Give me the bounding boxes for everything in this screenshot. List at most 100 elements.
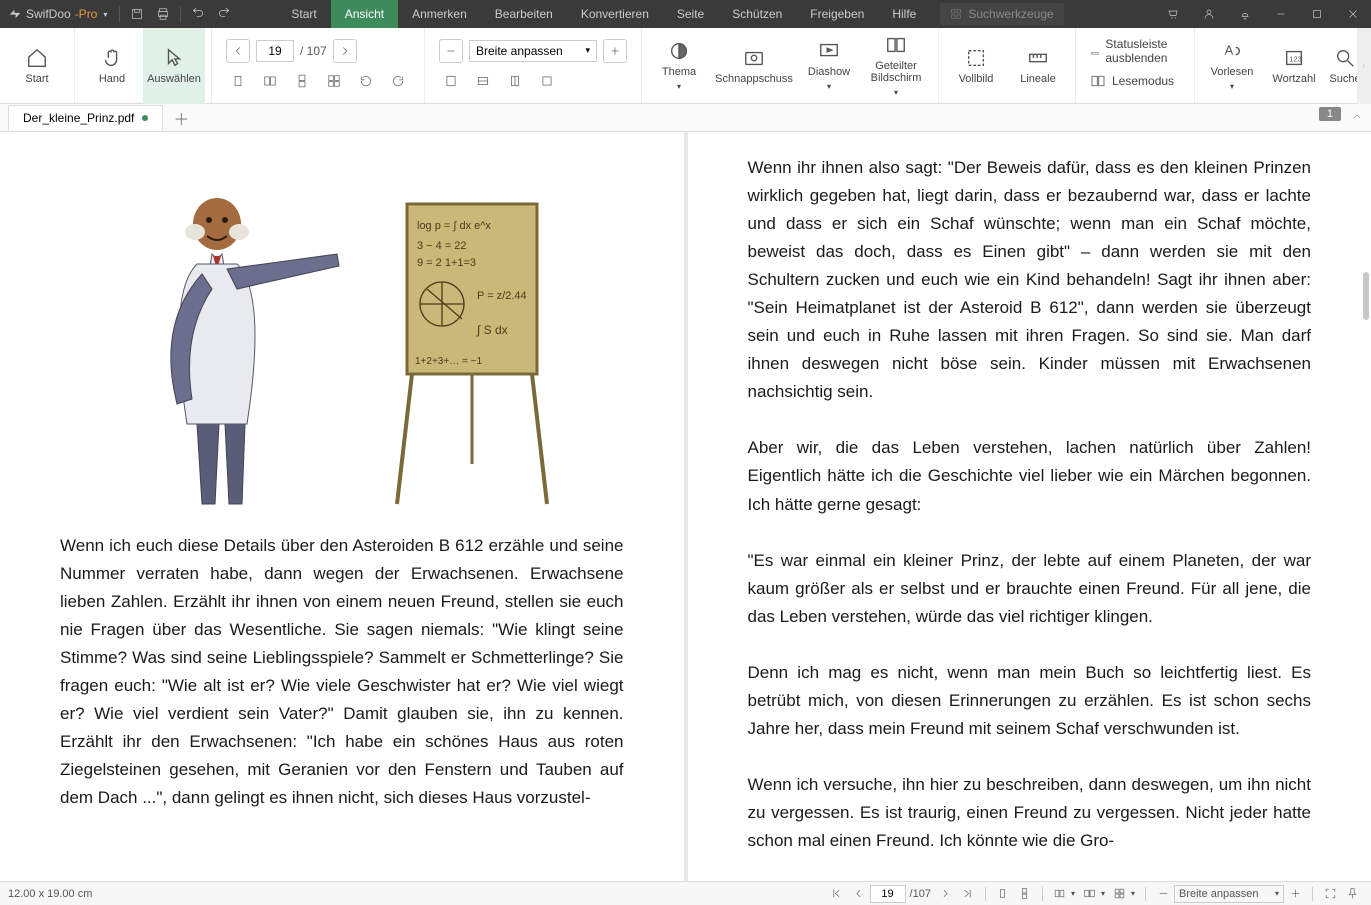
menu-konvertieren[interactable]: Konvertieren <box>567 0 663 28</box>
undo-button[interactable] <box>185 0 211 28</box>
fit-height-icon[interactable] <box>503 69 527 93</box>
menu-start[interactable]: Start <box>277 0 330 28</box>
user-icon[interactable] <box>1191 0 1227 28</box>
snapshot-button[interactable]: Schnappschuss <box>710 28 798 104</box>
document-area[interactable]: log p = ∫ dx e^x 3 − 4 = 22 9 = 2 1+1=3 … <box>0 132 1371 881</box>
brand-dropdown-icon[interactable]: ▾ <box>103 10 107 19</box>
add-tab-button[interactable]: ＋ <box>169 106 193 130</box>
illustration: log p = ∫ dx e^x 3 − 4 = 22 9 = 2 1+1=3 … <box>60 154 624 514</box>
collapse-ribbon-button[interactable] <box>1351 110 1363 128</box>
page-chip: 1 <box>1319 107 1341 121</box>
home-button[interactable]: Start <box>6 28 68 104</box>
view-single-icon[interactable] <box>992 883 1014 905</box>
tab-strip: Der_kleine_Prinz.pdf ＋ 1 <box>0 104 1371 132</box>
slideshow-button[interactable]: Diashow▾ <box>798 28 860 104</box>
select-tool[interactable]: Auswählen <box>143 28 205 104</box>
svg-text:3 − 4 = 22: 3 − 4 = 22 <box>417 240 467 252</box>
brand-suffix: -Pro <box>75 7 98 21</box>
hide-statusbar-button[interactable]: Statusleiste ausblenden <box>1090 37 1180 65</box>
split-button[interactable]: Geteilter Bildschirm▾ <box>860 28 932 104</box>
vertical-scrollbar[interactable] <box>1363 272 1369 320</box>
status-page-input[interactable] <box>870 885 906 903</box>
illustration-board: log p = ∫ dx e^x 3 − 4 = 22 9 = 2 1+1=3 … <box>387 194 557 514</box>
close-button[interactable] <box>1335 0 1371 28</box>
rulers-button[interactable]: Lineale <box>1007 28 1069 104</box>
fullscreen-button[interactable]: Vollbild <box>945 28 1007 104</box>
view-continuous-icon[interactable] <box>1014 883 1036 905</box>
pin-icon[interactable] <box>1341 883 1363 905</box>
rotate-cw-icon[interactable] <box>386 69 410 93</box>
layout-continuous-icon[interactable] <box>290 69 314 93</box>
modified-indicator-icon <box>142 115 148 121</box>
print-button[interactable] <box>150 0 176 28</box>
svg-text:log p = ∫ dx e^x: log p = ∫ dx e^x <box>417 220 491 232</box>
rotate-ccw-icon[interactable] <box>354 69 378 93</box>
prev-page-status-button[interactable] <box>848 883 870 905</box>
page-total: / 107 <box>300 44 327 58</box>
redo-button[interactable] <box>211 0 237 28</box>
svg-text:1+2+3+… = −1: 1+2+3+… = −1 <box>415 356 482 367</box>
next-page-button[interactable] <box>333 39 357 63</box>
maximize-button[interactable] <box>1299 0 1335 28</box>
main-menu: Start Ansicht Anmerken Bearbeiten Konver… <box>277 0 930 28</box>
menu-hilfe[interactable]: Hilfe <box>878 0 930 28</box>
page-right: Wenn ihr ihnen also sagt: "Der Beweis da… <box>688 132 1371 881</box>
document-tab[interactable]: Der_kleine_Prinz.pdf <box>8 105 163 131</box>
search-tools[interactable]: Suchwerkzeuge <box>940 3 1063 25</box>
search-placeholder: Suchwerkzeuge <box>968 7 1053 21</box>
zoom-in-status[interactable] <box>1284 883 1306 905</box>
svg-text:9 = 2 1+1=3: 9 = 2 1+1=3 <box>417 257 476 269</box>
read-mode-button[interactable]: Lesemodus <box>1090 67 1180 95</box>
fullscreen-status-icon[interactable] <box>1319 883 1341 905</box>
page-input[interactable] <box>256 40 294 62</box>
brand: SwifDoo-Pro ▾ <box>0 7 115 21</box>
view-facing-icon[interactable] <box>1049 883 1071 905</box>
menu-freigeben[interactable]: Freigeben <box>796 0 878 28</box>
theme-button[interactable]: Thema▾ <box>648 28 710 104</box>
illustration-man <box>127 174 347 514</box>
page-dimensions: 12.00 x 19.00 cm <box>8 888 92 900</box>
layout-facing-icon[interactable] <box>258 69 282 93</box>
zoom-in-button[interactable] <box>603 39 627 63</box>
right-paragraph-4: Denn ich mag es nicht, wenn man mein Buc… <box>748 659 1312 743</box>
actual-size-icon[interactable] <box>535 69 559 93</box>
hand-tool[interactable]: Hand <box>81 28 143 104</box>
zoom-select[interactable]: Breite anpassen▾ <box>469 40 597 62</box>
last-page-button[interactable] <box>957 883 979 905</box>
fit-width-icon[interactable] <box>471 69 495 93</box>
zoom-out-status[interactable] <box>1152 883 1174 905</box>
title-bar: SwifDoo-Pro ▾ Start Ansicht Anmerken Bea… <box>0 0 1371 28</box>
menu-ansicht[interactable]: Ansicht <box>331 0 398 28</box>
status-bar: 12.00 x 19.00 cm /107 ▾ ▾ ▾ Breite anpas… <box>0 881 1371 905</box>
menu-seite[interactable]: Seite <box>663 0 718 28</box>
save-button[interactable] <box>124 0 150 28</box>
svg-text:P = z/2.44: P = z/2.44 <box>477 290 527 302</box>
svg-text:A: A <box>1225 43 1234 58</box>
zoom-select-status[interactable]: Breite anpassen▾ <box>1174 885 1284 903</box>
layout-single-icon[interactable] <box>226 69 250 93</box>
svg-text:123: 123 <box>1289 54 1301 63</box>
right-paragraph-5: Wenn ich versuche, ihn hier zu beschreib… <box>748 771 1312 855</box>
app-icon <box>8 7 22 21</box>
menu-anmerken[interactable]: Anmerken <box>398 0 481 28</box>
first-page-button[interactable] <box>826 883 848 905</box>
prev-page-button[interactable] <box>226 39 250 63</box>
fit-page-icon[interactable] <box>439 69 463 93</box>
ribbon-overflow[interactable] <box>1357 28 1371 104</box>
wordcount-button[interactable]: 123Wortzahl <box>1263 28 1325 104</box>
layout-grid-icon[interactable] <box>322 69 346 93</box>
menu-schuetzen[interactable]: Schützen <box>718 0 796 28</box>
menu-bearbeiten[interactable]: Bearbeiten <box>481 0 567 28</box>
cart-icon[interactable] <box>1155 0 1191 28</box>
svg-text:∫ S dx: ∫ S dx <box>476 323 508 337</box>
right-paragraph-2: Aber wir, die das Leben verstehen, lache… <box>748 434 1312 518</box>
next-page-status-button[interactable] <box>935 883 957 905</box>
zoom-out-button[interactable] <box>439 39 463 63</box>
status-page-total: /107 <box>910 888 931 900</box>
speak-button[interactable]: AVorlesen▾ <box>1201 28 1263 104</box>
bell-icon[interactable] <box>1227 0 1263 28</box>
minimize-button[interactable] <box>1263 0 1299 28</box>
left-paragraph: Wenn ich euch diese Details über den Ast… <box>60 532 624 812</box>
view-grid-icon[interactable] <box>1109 883 1131 905</box>
view-book-icon[interactable] <box>1079 883 1101 905</box>
